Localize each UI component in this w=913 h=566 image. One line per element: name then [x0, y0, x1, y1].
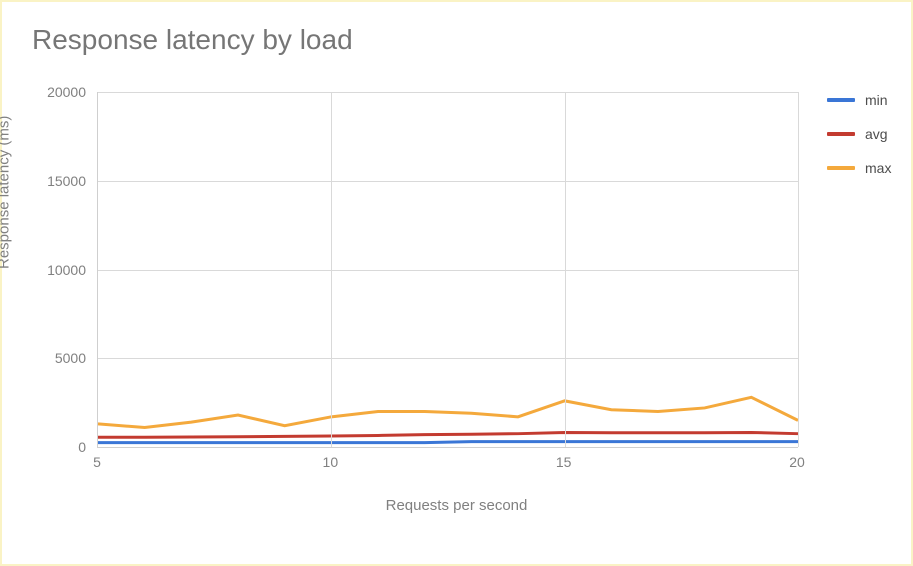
legend-item-avg: avg	[827, 126, 891, 142]
x-tick-label: 15	[556, 454, 572, 470]
y-tick-label: 20000	[16, 84, 86, 100]
x-tick-label: 10	[323, 454, 339, 470]
legend-swatch	[827, 132, 855, 136]
grid-horizontal	[98, 92, 798, 93]
chart-title: Response latency by load	[32, 24, 353, 56]
legend-label: min	[865, 92, 888, 108]
series-line-min	[98, 442, 798, 443]
y-tick-label: 0	[16, 439, 86, 455]
grid-horizontal	[98, 358, 798, 359]
y-tick-label: 5000	[16, 350, 86, 366]
series-line-avg	[98, 432, 798, 437]
legend-label: max	[865, 160, 891, 176]
chart-frame: Response latency by load Response latenc…	[0, 0, 913, 566]
legend-item-max: max	[827, 160, 891, 176]
x-axis-label: Requests per second	[2, 497, 911, 514]
legend-label: avg	[865, 126, 888, 142]
grid-horizontal	[98, 181, 798, 182]
legend: min avg max	[827, 92, 891, 194]
legend-swatch	[827, 98, 855, 102]
plot-area	[97, 92, 798, 448]
grid-horizontal	[98, 270, 798, 271]
x-tick-label: 20	[789, 454, 805, 470]
series-line-max	[98, 397, 798, 427]
legend-swatch	[827, 166, 855, 170]
legend-item-min: min	[827, 92, 891, 108]
y-axis-label: Response latency (ms)	[0, 116, 13, 269]
y-tick-label: 10000	[16, 262, 86, 278]
y-tick-label: 15000	[16, 173, 86, 189]
x-tick-label: 5	[93, 454, 101, 470]
grid-vertical	[798, 92, 799, 447]
